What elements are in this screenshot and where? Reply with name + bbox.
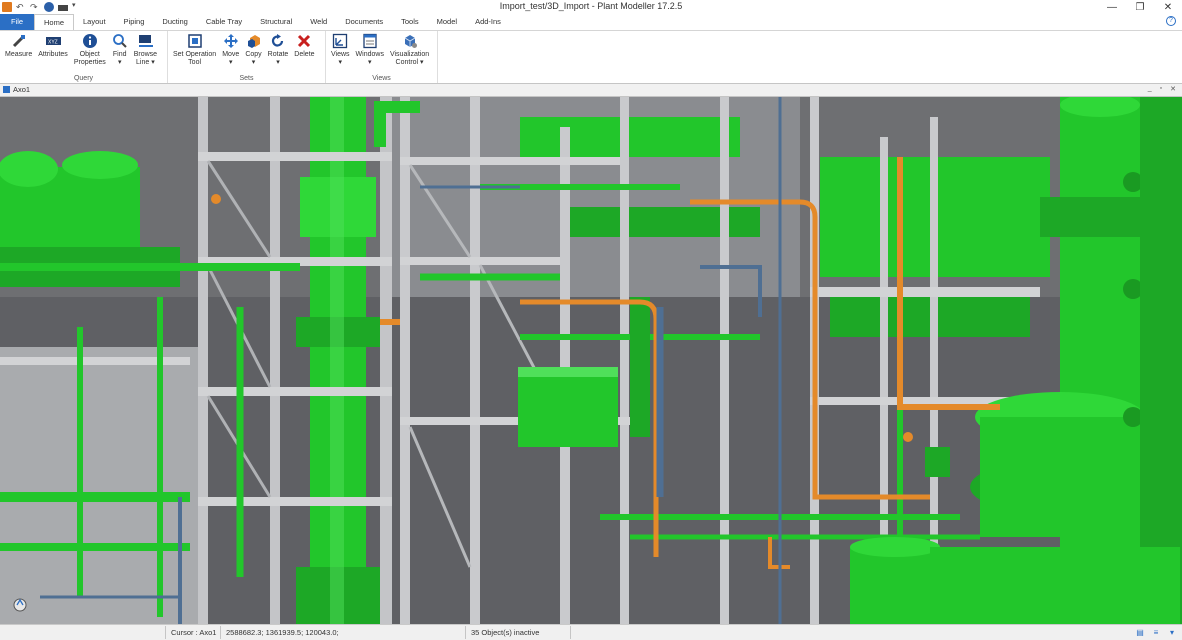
svg-text:XYZ: XYZ <box>48 40 58 46</box>
info-circle-icon <box>82 33 98 49</box>
minimize-button[interactable]: — <box>1098 0 1126 14</box>
document-tab-bar: Axo1 _ ▫ ✕ <box>0 84 1182 97</box>
rotate-icon <box>270 33 286 49</box>
title-bar: ↶ ↷ ▾ Import_test/3D_Import - Plant Mode… <box>0 0 1182 14</box>
status-dropdown-icon[interactable]: ▾ <box>1166 627 1178 638</box>
status-separator <box>465 626 466 639</box>
ribbon-tabs: File Home Layout Piping Ducting Cable Tr… <box>0 14 1182 30</box>
status-separator <box>220 626 221 639</box>
rotate-label-1: Rotate <box>267 51 289 58</box>
attributes-button[interactable]: XYZ Attributes <box>35 31 71 67</box>
tab-structural[interactable]: Structural <box>251 14 301 30</box>
layout-toggle-icon[interactable]: ▤ <box>1134 627 1146 638</box>
copy-button[interactable]: Copy ▾ <box>242 31 264 67</box>
tab-weld[interactable]: Weld <box>301 14 336 30</box>
visualization-control-button[interactable]: Visualization Control ▾ <box>387 31 432 67</box>
document-close-button[interactable]: ✕ <box>1170 85 1176 93</box>
status-objects: 35 Object(s) inactive <box>471 628 540 637</box>
windows-icon <box>362 33 378 49</box>
views-button[interactable]: Views ▾ <box>328 31 353 67</box>
plant-model-render <box>0 97 1182 624</box>
measure-icon <box>11 33 27 49</box>
status-bar: Cursor : Axo1 2588682.3; 1361939.5; 1200… <box>0 624 1182 640</box>
group-query-label: Query <box>73 75 94 82</box>
help-icon[interactable]: ? <box>1166 16 1176 26</box>
delete-button[interactable]: Delete <box>291 31 317 67</box>
3d-viewport[interactable] <box>0 97 1182 624</box>
delete-x-icon <box>296 33 312 49</box>
document-restore-button[interactable]: ▫ <box>1160 85 1162 93</box>
tab-cable-tray[interactable]: Cable Tray <box>197 14 251 30</box>
browse-line-button[interactable]: Browse Line ▾ <box>131 31 160 67</box>
group-views: Views ▾ Windows ▾ Visualization Control … <box>326 31 438 83</box>
restore-button[interactable]: ❐ <box>1126 0 1154 14</box>
move-arrows-icon <box>223 33 239 49</box>
browse-line-icon <box>137 33 154 49</box>
delete-label: Delete <box>294 51 315 58</box>
tab-file[interactable]: File <box>0 14 34 30</box>
status-separator <box>165 626 166 639</box>
views-label-1: Views <box>331 51 350 58</box>
group-query: Measure XYZ Attributes Object Properties <box>0 31 168 83</box>
windows-label-1: Windows <box>355 51 384 58</box>
find-label-2: ▾ <box>117 59 122 66</box>
status-separator <box>570 626 571 639</box>
document-tab-label: Axo1 <box>13 85 31 94</box>
copy-label-2: ▾ <box>251 59 256 66</box>
document-minimize-button[interactable]: _ <box>1148 85 1152 93</box>
status-cursor: Cursor : Axo1 <box>171 628 217 637</box>
set-operation-tool-button[interactable]: Set Operation Tool <box>170 31 219 67</box>
tab-ducting[interactable]: Ducting <box>153 14 196 30</box>
attributes-label: Attributes <box>38 51 68 58</box>
tab-piping[interactable]: Piping <box>115 14 154 30</box>
visualization-label-2: Control ▾ <box>395 59 424 66</box>
browse-line-label-1: Browse <box>133 51 158 58</box>
find-button[interactable]: Find ▾ <box>109 31 131 67</box>
tab-add-ins[interactable]: Add-Ins <box>466 14 510 30</box>
search-icon <box>112 33 128 49</box>
tab-documents[interactable]: Documents <box>336 14 392 30</box>
visualization-cube-icon <box>402 33 418 49</box>
copy-cube-icon <box>246 33 262 49</box>
browse-line-label-2: Line ▾ <box>136 59 155 66</box>
ribbon: Measure XYZ Attributes Object Properties <box>0 30 1182 84</box>
object-properties-label-1: Object <box>79 51 100 58</box>
move-label-2: ▾ <box>229 59 233 66</box>
rotate-button[interactable]: Rotate ▾ <box>265 31 292 67</box>
group-views-label: Views <box>372 75 391 82</box>
move-button[interactable]: Move ▾ <box>219 31 242 67</box>
find-label-1: Find <box>112 51 127 58</box>
set-operation-label-2: Tool <box>188 59 202 66</box>
tab-home[interactable]: Home <box>34 14 75 30</box>
close-button[interactable]: ✕ <box>1154 0 1182 14</box>
object-properties-button[interactable]: Object Properties <box>71 31 109 67</box>
copy-label-1: Copy <box>245 51 262 58</box>
set-operation-label-1: Set Operation <box>173 51 217 58</box>
attributes-icon: XYZ <box>45 33 62 49</box>
move-label-1: Move <box>222 51 240 58</box>
group-sets: Set Operation Tool Move ▾ Copy ▾ Rotate … <box>168 31 326 83</box>
object-properties-label-2: Properties <box>73 59 106 66</box>
document-tab-axo1[interactable]: Axo1 <box>3 85 30 94</box>
views-label-2: ▾ <box>338 59 343 66</box>
views-icon <box>332 33 348 49</box>
window-title: Import_test/3D_Import - Plant Modeller 1… <box>499 1 683 11</box>
document-icon <box>3 86 10 93</box>
tab-layout[interactable]: Layout <box>74 14 115 30</box>
rotate-label-2: ▾ <box>276 59 280 66</box>
measure-label: Measure <box>5 51 33 58</box>
tab-model[interactable]: Model <box>428 14 466 30</box>
visualization-label-1: Visualization <box>389 51 430 58</box>
group-sets-label: Sets <box>239 75 254 82</box>
windows-button[interactable]: Windows ▾ <box>353 31 387 67</box>
windows-label-2: ▾ <box>367 59 372 66</box>
measure-button[interactable]: Measure <box>2 31 35 67</box>
status-coordinates: 2588682.3; 1361939.5; 120043.0; <box>226 628 339 637</box>
view-options-icon[interactable]: ≡ <box>1150 627 1162 638</box>
set-operation-icon <box>187 33 203 49</box>
tab-tools[interactable]: Tools <box>392 14 428 30</box>
